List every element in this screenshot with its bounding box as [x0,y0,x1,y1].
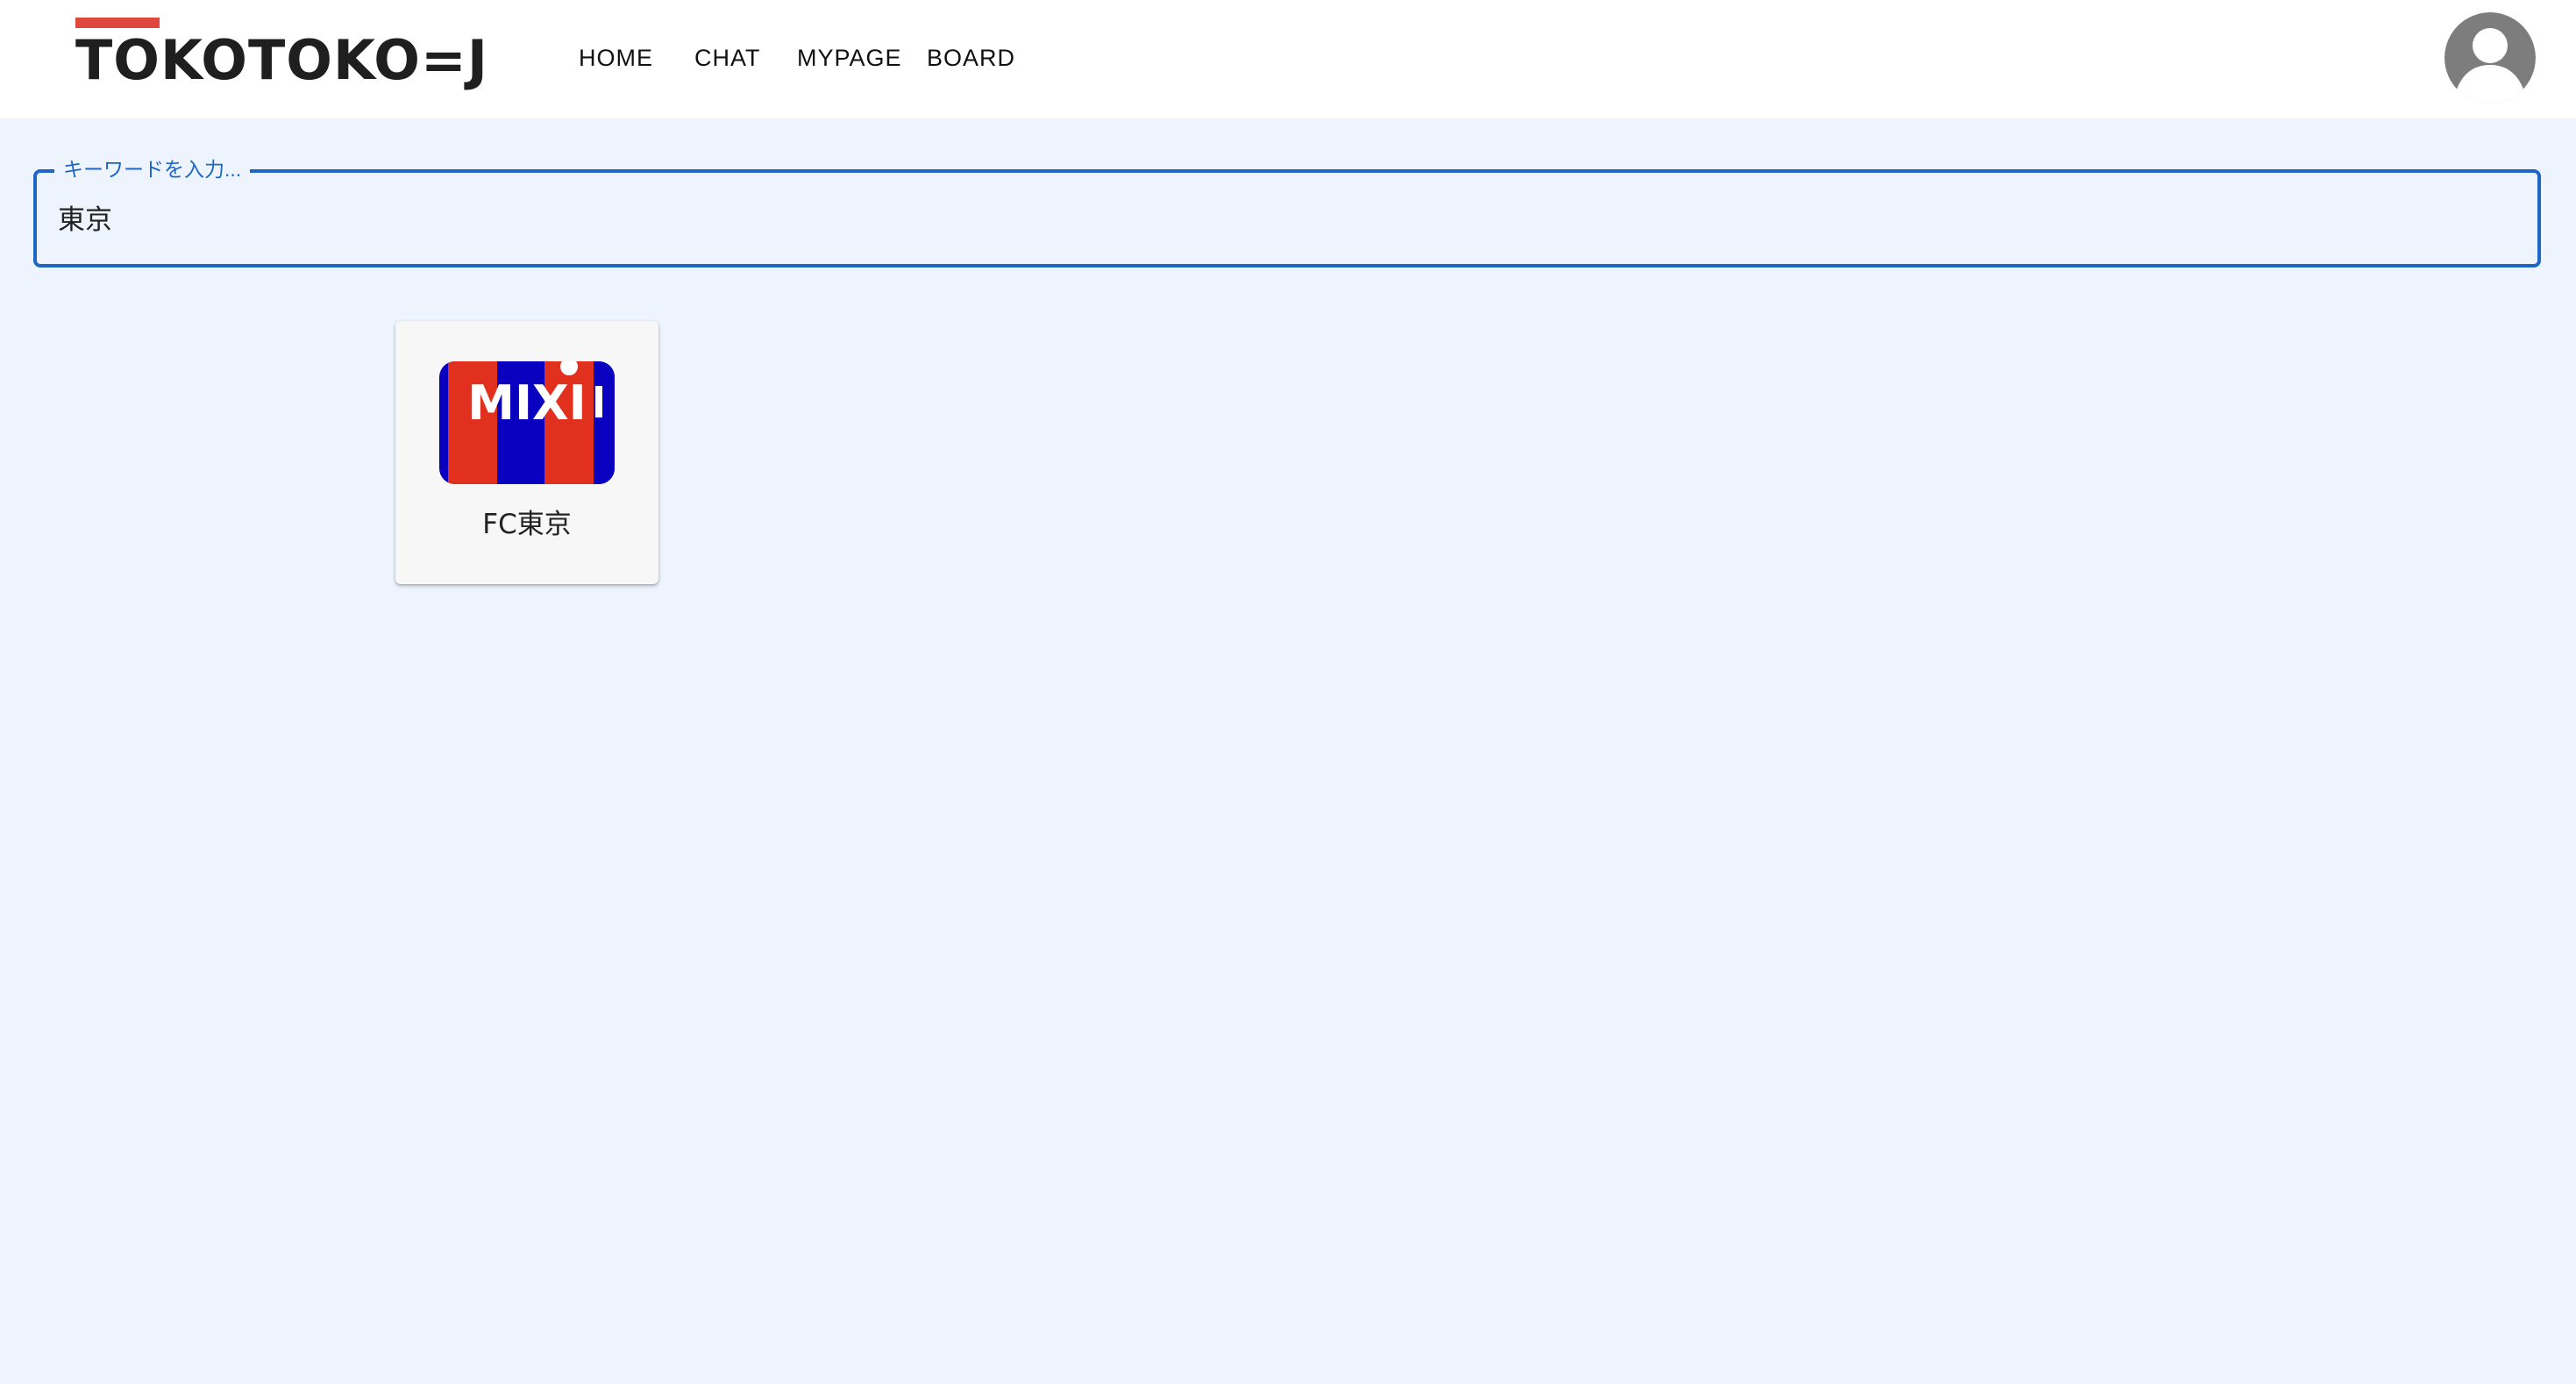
search-label: キーワードを入力... [54,155,251,183]
nav-chat-link[interactable]: CHAT [694,40,761,75]
logo[interactable]: TOKOTOKO=J [75,18,496,96]
search-field[interactable]: キーワードを入力... [33,155,2541,268]
avatar-svg [2444,12,2536,103]
nav-board-link[interactable]: BOARD [927,40,1015,75]
logo-accent-bar [75,18,160,28]
logo-text: TOKOTOKO=J [75,28,488,92]
page: TOKOTOKO=J HOME CHAT MYPAGE BOARD キーワードを… [0,0,2576,1384]
app-header: TOKOTOKO=J HOME CHAT MYPAGE BOARD [0,0,2576,118]
club-emblem-image: MIXI [439,361,615,484]
search-input[interactable] [58,192,2495,241]
result-card[interactable]: MIXI FC東京 [395,321,658,584]
club-jersey-graphic: MIXI [439,361,615,484]
user-avatar-icon[interactable] [2444,12,2536,103]
sponsor-text: MIXI [467,375,587,431]
result-card-title: FC東京 [482,509,572,540]
nav-mypage-link[interactable]: MYPAGE [797,40,902,75]
nav-home-link[interactable]: HOME [579,40,653,75]
